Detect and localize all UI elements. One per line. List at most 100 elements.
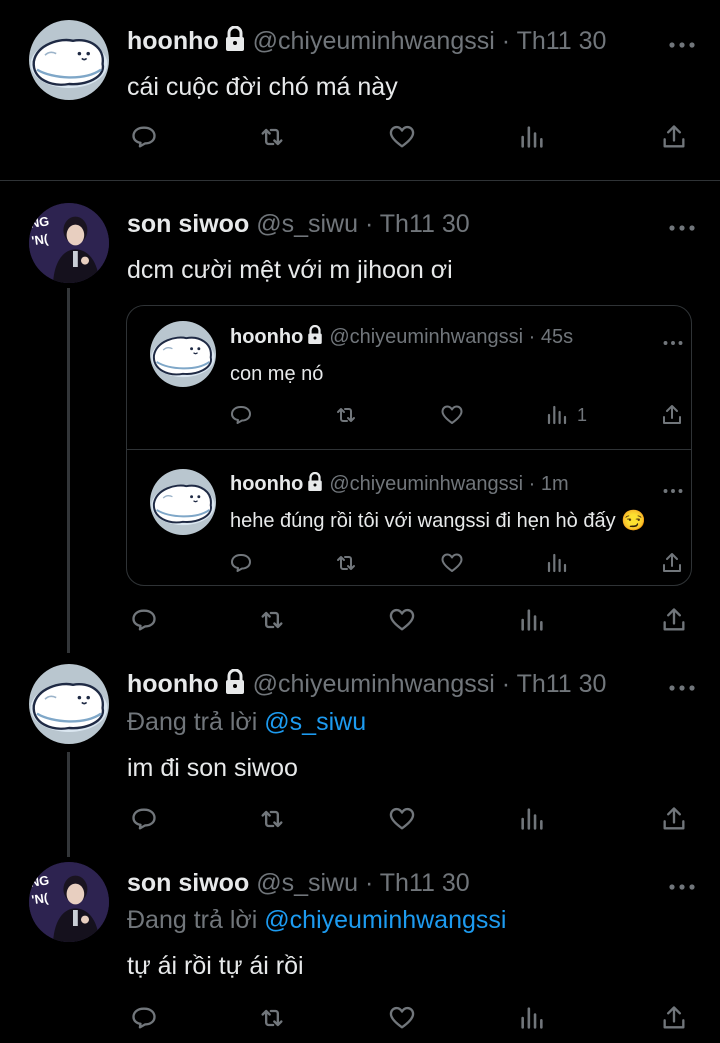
replying-to: Đang trả lời @s_siwu <box>127 707 366 737</box>
separator: · <box>528 326 536 348</box>
views-icon[interactable] <box>512 117 552 157</box>
handle[interactable]: @chiyeuminhwangssi <box>329 473 523 495</box>
retweet-icon[interactable] <box>334 548 358 578</box>
retweet-icon[interactable] <box>334 400 358 430</box>
like-icon[interactable] <box>382 600 422 640</box>
reply-icon[interactable] <box>124 117 164 157</box>
like-icon[interactable] <box>440 400 464 430</box>
share-icon[interactable] <box>654 799 694 839</box>
lock-icon <box>306 471 324 492</box>
handle[interactable]: @chiyeuminhwangssi <box>253 27 495 55</box>
action-bar <box>0 117 720 157</box>
replying-prefix: Đang trả lời <box>127 708 258 736</box>
timestamp[interactable]: 1m <box>541 473 569 495</box>
reply-icon[interactable] <box>124 998 164 1038</box>
tweet-text: tự ái rồi tự ái rồi <box>127 952 304 980</box>
avatar[interactable] <box>29 20 109 100</box>
thread-line <box>67 288 70 653</box>
timestamp[interactable]: Th11 30 <box>517 670 607 698</box>
tweet-4[interactable]: son siwoo @s_siwu · Th11 30 Đang trả lời… <box>0 852 720 1043</box>
action-bar <box>0 998 720 1038</box>
separator: · <box>501 27 511 55</box>
replying-prefix: Đang trả lời <box>127 906 258 934</box>
tweet-1[interactable]: hoonho @chiyeuminhwangssi · Th11 30 cái c… <box>0 0 720 180</box>
lock-icon <box>306 324 324 345</box>
quote-text: con mẹ nó <box>230 363 324 385</box>
separator: · <box>528 473 536 495</box>
quote-action-bar: 1 <box>127 400 691 430</box>
views-icon[interactable] <box>512 600 552 640</box>
retweet-icon[interactable] <box>252 799 292 839</box>
separator: · <box>364 210 374 238</box>
quote-header: hoonho @chiyeuminhwangssi · 45s <box>230 324 573 349</box>
handle[interactable]: @chiyeuminhwangssi <box>253 670 495 698</box>
tweet-text: im đi son siwoo <box>127 754 298 782</box>
avatar[interactable] <box>29 664 109 744</box>
mention-link[interactable]: @s_siwu <box>264 708 366 736</box>
timestamp[interactable]: Th11 30 <box>380 869 470 897</box>
avatar[interactable] <box>29 203 109 283</box>
views-icon[interactable] <box>512 998 552 1038</box>
like-icon[interactable] <box>382 799 422 839</box>
retweet-icon[interactable] <box>252 600 292 640</box>
more-icon[interactable] <box>668 36 696 48</box>
share-icon[interactable] <box>654 600 694 640</box>
retweet-icon[interactable] <box>252 117 292 157</box>
more-icon[interactable] <box>662 333 684 345</box>
mention-link[interactable]: @chiyeuminhwangssi <box>264 906 506 934</box>
like-icon[interactable] <box>440 548 464 578</box>
display-name[interactable]: son siwoo <box>127 869 249 897</box>
display-name[interactable]: son siwoo <box>127 210 249 238</box>
timestamp[interactable]: Th11 30 <box>380 210 470 238</box>
handle[interactable]: @chiyeuminhwangssi <box>329 326 523 348</box>
quote-header: hoonho @chiyeuminhwangssi · 1m <box>230 471 569 496</box>
tweet-header: son siwoo @s_siwu · Th11 30 <box>127 209 470 239</box>
timestamp[interactable]: 45s <box>541 326 573 348</box>
display-name[interactable]: hoonho <box>127 27 219 55</box>
avatar[interactable] <box>29 862 109 942</box>
share-icon[interactable] <box>660 400 684 430</box>
timestamp[interactable]: Th11 30 <box>517 27 607 55</box>
action-bar <box>0 799 720 839</box>
handle[interactable]: @s_siwu <box>256 210 358 238</box>
reply-icon[interactable] <box>124 600 164 640</box>
display-name[interactable]: hoonho <box>127 670 219 698</box>
tweet-header: son siwoo @s_siwu · Th11 30 <box>127 868 470 898</box>
views-icon <box>545 403 569 427</box>
reply-icon[interactable] <box>229 548 253 578</box>
tweet-header: hoonho @chiyeuminhwangssi · Th11 30 <box>127 668 607 699</box>
quote-text: hehe đúng rồi tôi với wangssi đi hẹn hò … <box>230 510 647 532</box>
avatar[interactable] <box>150 321 216 387</box>
share-icon[interactable] <box>654 117 694 157</box>
views-button[interactable]: 1 <box>545 400 587 430</box>
replying-to: Đang trả lời @chiyeuminhwangssi <box>127 905 506 935</box>
more-icon[interactable] <box>668 878 696 890</box>
display-name[interactable]: hoonho <box>230 326 303 348</box>
reply-icon[interactable] <box>124 799 164 839</box>
more-icon[interactable] <box>662 481 684 493</box>
views-icon[interactable] <box>512 799 552 839</box>
share-icon[interactable] <box>654 998 694 1038</box>
like-icon[interactable] <box>382 117 422 157</box>
tweet-3[interactable]: hoonho @chiyeuminhwangssi · Th11 30 Đang … <box>0 652 720 857</box>
retweet-icon[interactable] <box>252 998 292 1038</box>
reply-icon[interactable] <box>229 400 253 430</box>
separator: · <box>364 869 374 897</box>
avatar[interactable] <box>150 469 216 535</box>
quoted-thread[interactable]: hoonho @chiyeuminhwangssi · 45s con mẹ nó… <box>126 305 692 586</box>
tweet-header: hoonho @chiyeuminhwangssi · Th11 30 <box>127 25 607 56</box>
like-icon[interactable] <box>382 998 422 1038</box>
lock-icon <box>223 25 247 52</box>
more-icon[interactable] <box>668 219 696 231</box>
separator: · <box>501 670 511 698</box>
more-icon[interactable] <box>668 679 696 691</box>
lock-icon <box>223 668 247 695</box>
quote-divider <box>127 449 691 450</box>
handle[interactable]: @s_siwu <box>256 869 358 897</box>
display-name[interactable]: hoonho <box>230 473 303 495</box>
view-count: 1 <box>577 404 588 425</box>
share-icon[interactable] <box>660 548 684 578</box>
views-icon[interactable] <box>545 548 569 578</box>
quote-action-bar <box>127 548 691 578</box>
tweet-text: dcm cười mệt với m jihoon ơi <box>127 256 453 284</box>
